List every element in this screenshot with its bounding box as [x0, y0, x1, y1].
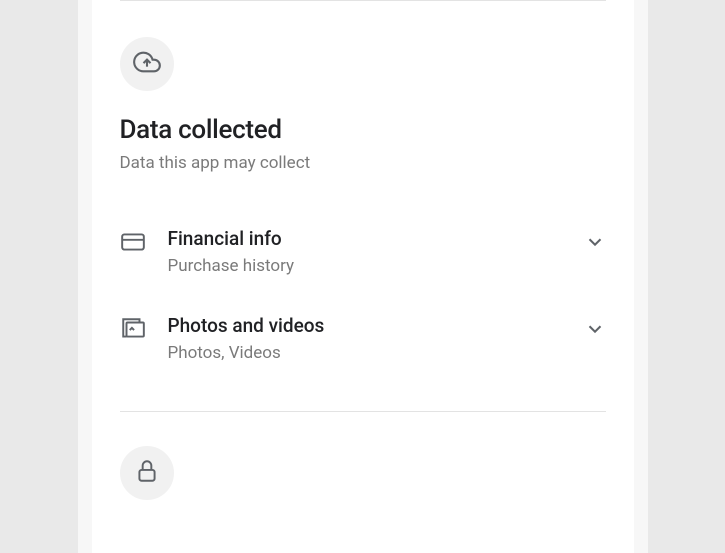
section-title: Data collected — [120, 115, 606, 145]
data-row-photos-videos[interactable]: Photos and videos Photos, Videos — [120, 300, 606, 387]
row-text: Financial info Purchase history — [168, 227, 562, 276]
section-icon-circle — [120, 37, 174, 91]
data-collected-section: Data collected Data this app may collect… — [120, 1, 606, 411]
row-title: Financial info — [168, 227, 562, 250]
chevron-down-icon — [584, 318, 606, 344]
row-subtitle: Photos, Videos — [168, 343, 562, 363]
chevron-down-icon — [584, 231, 606, 257]
photos-icon — [120, 316, 146, 342]
row-title: Photos and videos — [168, 314, 562, 337]
section-icon-circle — [120, 446, 174, 500]
lock-icon — [134, 458, 160, 488]
cloud-upload-icon — [133, 48, 161, 80]
data-row-financial-info[interactable]: Financial info Purchase history — [120, 213, 606, 300]
section-subtitle: Data this app may collect — [120, 153, 606, 173]
content-panel: Data collected Data this app may collect… — [92, 0, 634, 553]
row-text: Photos and videos Photos, Videos — [168, 314, 562, 363]
row-subtitle: Purchase history — [168, 256, 562, 276]
credit-card-icon — [120, 229, 146, 255]
next-section — [120, 412, 606, 500]
device-frame: Data collected Data this app may collect… — [78, 0, 648, 553]
